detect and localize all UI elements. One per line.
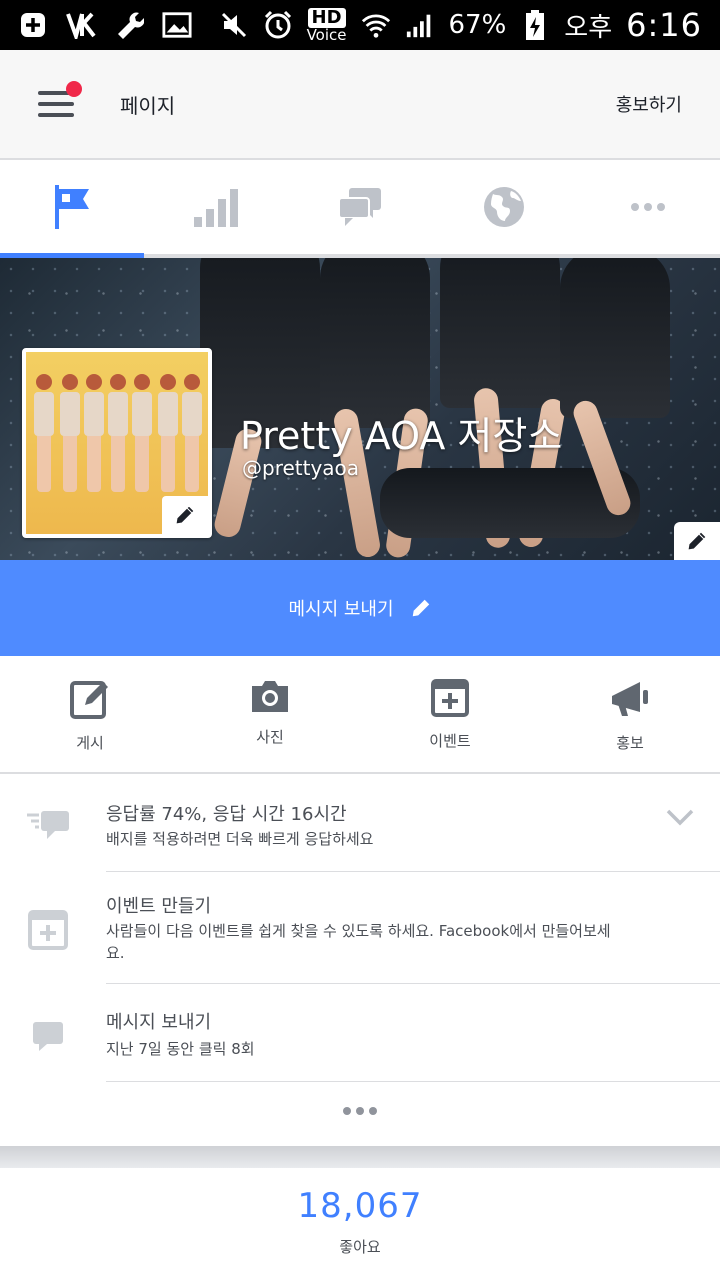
add-notification-icon — [18, 10, 48, 40]
status-bar: HD Voice 67% 오후 6:16 — [0, 0, 720, 50]
photo-label: 사진 — [256, 728, 284, 746]
chevron-down-icon[interactable] — [666, 808, 694, 826]
bar-chart-icon — [194, 189, 238, 227]
profile-figure — [158, 374, 178, 504]
event-button[interactable]: 이벤트 — [360, 656, 540, 772]
menu-icon[interactable] — [38, 81, 82, 117]
clock: 6:16 — [626, 6, 702, 44]
promote-link[interactable]: 홍보하기 — [616, 91, 682, 117]
notification-dot — [66, 81, 82, 97]
event-label: 이벤트 — [429, 732, 471, 750]
likes-count: 18,067 — [297, 1186, 423, 1226]
profile-figure — [84, 374, 104, 504]
camera-icon — [252, 681, 288, 712]
photo-button[interactable]: 사진 — [180, 656, 360, 772]
profile-figure — [60, 374, 80, 504]
create-event-subtitle: 사람들이 다음 이벤트를 쉽게 찾을 수 있도록 하세요. Facebook에서… — [106, 922, 611, 962]
globe-icon — [484, 187, 524, 227]
edit-cover-button[interactable] — [674, 522, 720, 560]
likes-label: 좋아요 — [339, 1238, 381, 1256]
cover-figure — [320, 258, 430, 428]
alarm-icon — [263, 10, 293, 40]
voice-label: Voice — [306, 25, 347, 44]
create-event-item[interactable]: 이벤트 만들기 사람들이 다음 이벤트를 쉽게 찾을 수 있도록 하세요. Fa… — [0, 872, 720, 984]
tab-messages[interactable] — [288, 160, 432, 254]
see-more-button[interactable] — [0, 1094, 720, 1122]
calendar-plus-icon — [431, 679, 469, 717]
pencil-icon — [412, 599, 429, 617]
cover-figure — [560, 258, 670, 418]
calendar-plus-icon — [24, 906, 72, 954]
message-clicks-title: 메시지 보내기 — [106, 1012, 212, 1033]
tab-page[interactable] — [0, 160, 144, 258]
profile-figure — [182, 374, 202, 504]
message-clicks-item[interactable]: 메시지 보내기 지난 7일 동안 클릭 8회 — [0, 984, 720, 1082]
insights-list: 응답률 74%, 응답 시간 16시간 배지를 적용하려면 더욱 빠르게 응답하… — [0, 774, 720, 1146]
send-message-label: 메시지 보내기 — [288, 599, 394, 620]
promote-button[interactable]: 홍보 — [540, 656, 720, 772]
pencil-icon — [687, 531, 707, 551]
cover-figure — [440, 258, 560, 408]
profile-figure — [132, 374, 152, 504]
edit-profile-picture-button[interactable] — [162, 496, 208, 534]
more-icon — [343, 1107, 377, 1115]
compose-icon — [70, 681, 108, 719]
chat-bubble-icon — [24, 1012, 72, 1060]
vpn-icon — [66, 10, 96, 40]
response-rate-title: 응답률 74%, 응답 시간 16시간 — [106, 804, 347, 825]
app-header: 페이지 홍보하기 — [0, 50, 720, 160]
wrench-icon — [114, 10, 144, 40]
fast-reply-icon — [24, 800, 72, 848]
tab-insights[interactable] — [144, 160, 288, 254]
more-icon — [631, 203, 665, 211]
divider — [106, 1081, 720, 1082]
mute-icon — [219, 10, 249, 40]
section-separator — [0, 1146, 720, 1168]
send-message-button[interactable]: 메시지 보내기 — [0, 560, 720, 656]
hd-voice-indicator: HD Voice — [306, 7, 347, 44]
image-icon — [162, 10, 192, 40]
message-clicks-subtitle: 지난 7일 동안 클릭 8회 — [106, 1040, 255, 1058]
create-event-title: 이벤트 만들기 — [106, 896, 212, 917]
profile-figure — [108, 374, 128, 504]
page-name: Pretty AOA 저장소 — [240, 414, 563, 458]
tab-globe[interactable] — [432, 160, 576, 254]
hd-label: HD — [307, 7, 346, 28]
flag-icon — [55, 185, 89, 229]
post-button[interactable]: 게시 — [0, 656, 180, 772]
tab-more[interactable] — [576, 160, 720, 254]
profile-picture[interactable] — [22, 348, 212, 538]
response-rate-item[interactable]: 응답률 74%, 응답 시간 16시간 배지를 적용하려면 더욱 빠르게 응답하… — [0, 774, 720, 872]
battery-percent: 67% — [448, 10, 507, 40]
battery-charging-icon — [520, 10, 550, 40]
status-right-icons: HD Voice 67% 오후 6:16 — [219, 6, 702, 44]
likes-card[interactable]: 18,067 좋아요 — [0, 1168, 720, 1280]
action-row: 게시 사진 이벤트 홍보 — [0, 656, 720, 774]
signal-icon — [405, 10, 435, 40]
pencil-icon — [175, 505, 195, 525]
am-pm: 오후 — [564, 12, 613, 43]
promote-label: 홍보 — [616, 734, 644, 752]
megaphone-icon — [612, 682, 648, 716]
page-tab-bar — [0, 160, 720, 258]
profile-figure — [34, 374, 54, 504]
status-left-icons — [18, 10, 192, 40]
messages-icon — [338, 188, 381, 226]
wifi-icon — [361, 10, 391, 40]
response-rate-subtitle: 배지를 적용하려면 더욱 빠르게 응답하세요 — [106, 830, 374, 848]
post-label: 게시 — [76, 734, 104, 752]
page-title: 페이지 — [120, 93, 176, 118]
page-handle: @prettyaoa — [242, 456, 360, 480]
